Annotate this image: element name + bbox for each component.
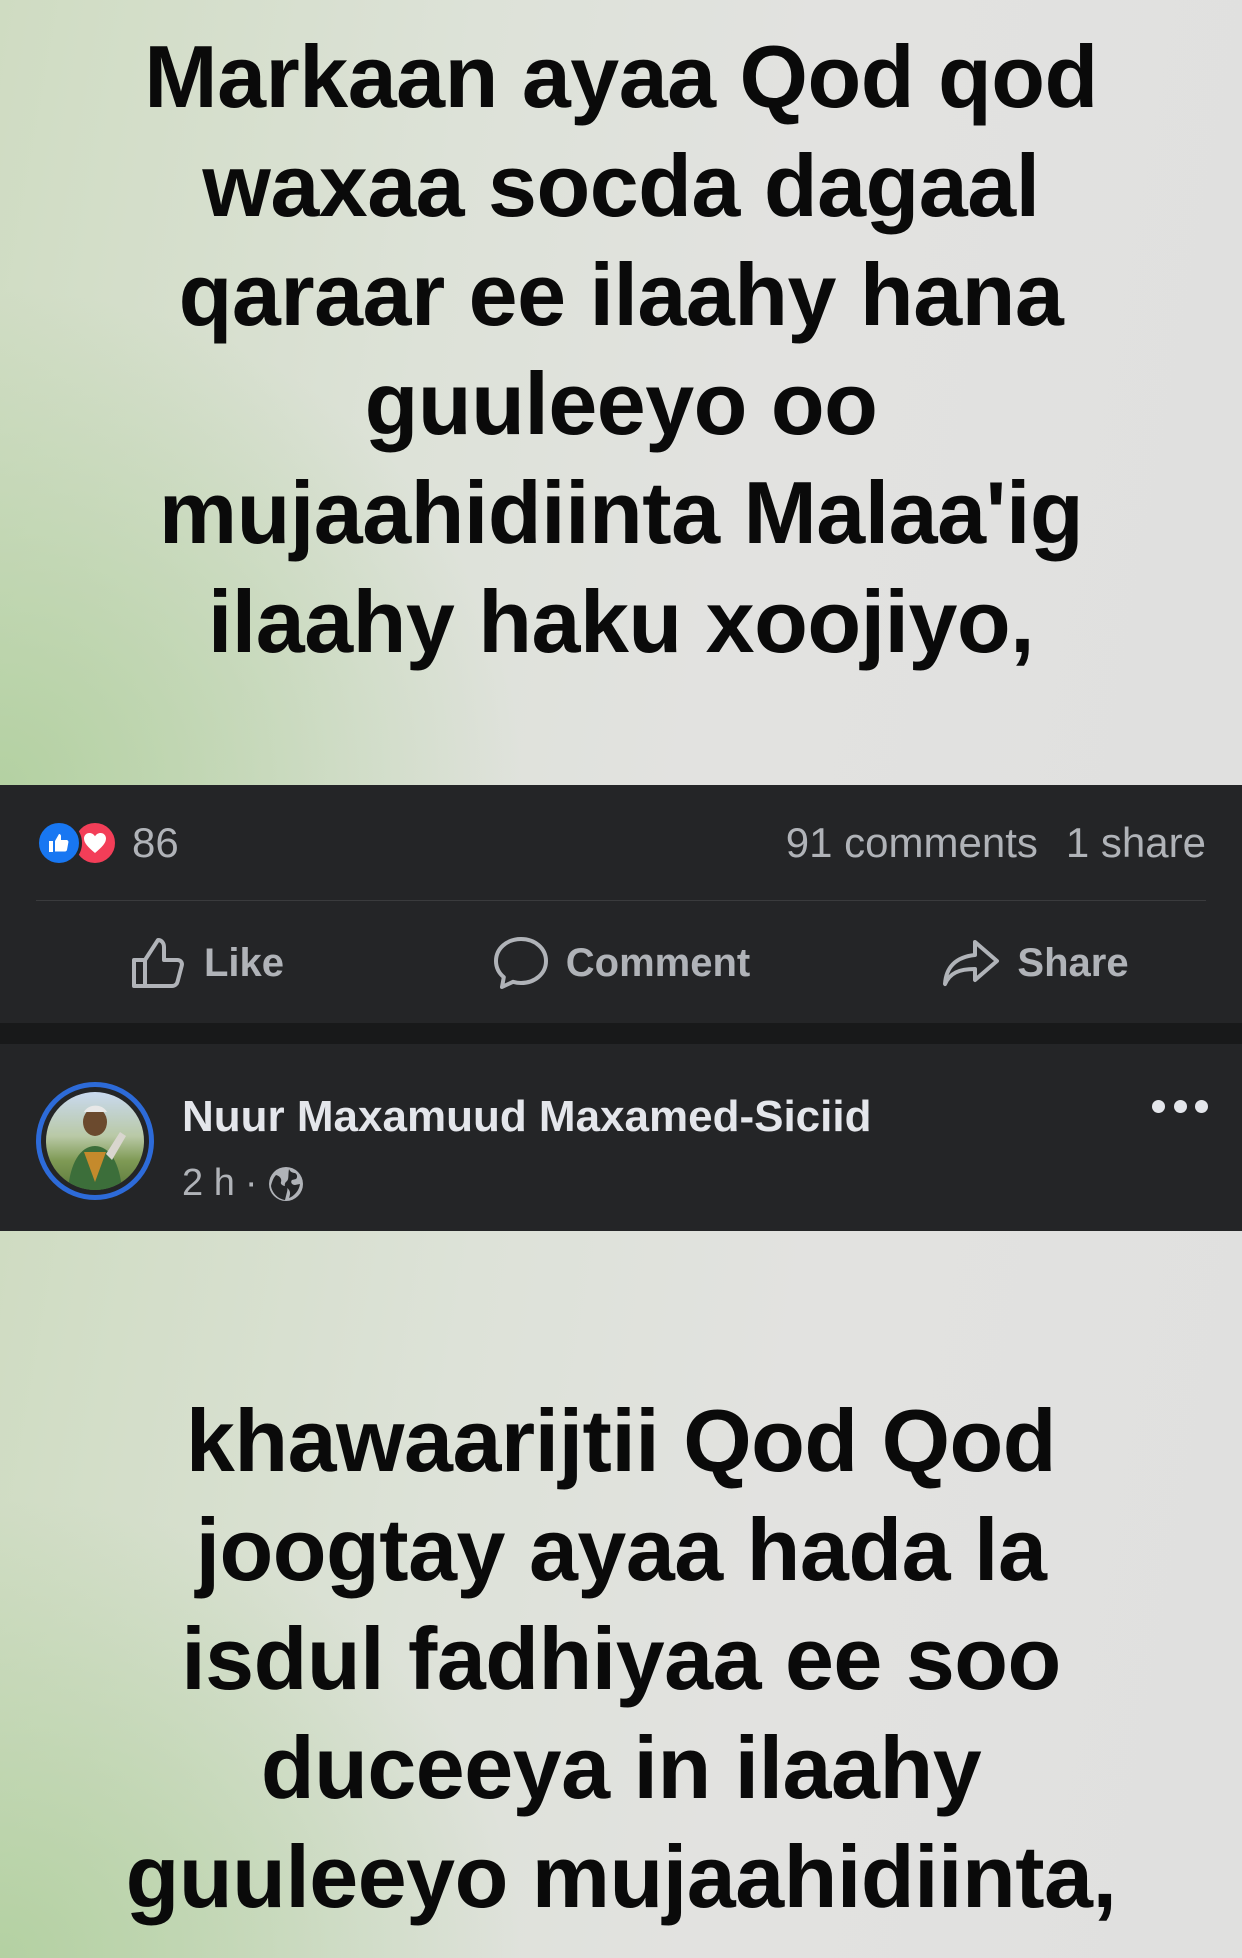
reaction-count: 86 [132, 818, 179, 866]
post-text-line: guuleeyo oo [364, 354, 878, 453]
post-text-line: isdul fadhiyaa ee soo [181, 1609, 1061, 1708]
more-dot-icon [1173, 1099, 1187, 1113]
engagement-counts: 91 comments 1 share [786, 819, 1206, 867]
heart-icon [84, 832, 106, 853]
avatar-photo [46, 1092, 144, 1190]
post-meta: 2 h · [182, 1162, 305, 1205]
like-reaction-icon [36, 819, 82, 866]
author-name[interactable]: Nuur Maxamuud Maxamed-Siciid [182, 1092, 871, 1142]
thumbs-up-icon [49, 833, 69, 852]
post-text-line: mujaahidiinta Malaa'ig [158, 463, 1084, 562]
post-text-line: joogtay ayaa hada la [195, 1500, 1047, 1599]
facebook-feed: Markaan ayaa Qod qod waxaa socda dagaal … [0, 0, 1242, 1958]
author-avatar[interactable] [36, 1082, 154, 1200]
globe-icon [269, 1166, 304, 1201]
post-actions-bar: Like Comment Share [0, 903, 1242, 1023]
meta-separator: · [244, 1162, 258, 1204]
post-text-background[interactable]: Markaan ayaa Qod qod waxaa socda dagaal … [0, 0, 1242, 785]
like-button[interactable]: Like [0, 936, 414, 990]
post-text-line: ilaahy haku xoojiyo, [207, 572, 1035, 671]
comment-button[interactable]: Comment [414, 935, 828, 991]
post-text-line: guuleeyo mujaahidiinta, [125, 1827, 1117, 1926]
post-text-line: waxaa socda dagaal [202, 136, 1040, 235]
comments-count-link[interactable]: 91 comments [786, 819, 1038, 867]
post-text-line: duceeya in ilaahy [260, 1718, 982, 1817]
comment-bubble-icon [493, 937, 548, 989]
feed-separator [0, 1023, 1242, 1044]
post-header: Nuur Maxamuud Maxamed-Siciid 2 h · [0, 1044, 1242, 1231]
share-button[interactable]: Share [828, 938, 1242, 988]
thumbs-up-outline-icon [131, 938, 184, 988]
more-options-button[interactable] [1152, 1094, 1208, 1118]
more-dot-icon [1152, 1099, 1165, 1113]
post-text-line: khawaarijtii Qod Qod [185, 1391, 1057, 1490]
post-text-line: qaraar ee ilaahy hana [178, 245, 1064, 344]
post-stats-bar: 86 91 comments 1 share [0, 785, 1242, 903]
person-photo-icon [68, 1105, 126, 1190]
post-text-line: Markaan ayaa Qod qod [144, 27, 1098, 126]
share-arrow-icon [943, 940, 1000, 986]
post-text-background[interactable]: khawaarijtii Qod Qod joogtay ayaa hada l… [0, 1231, 1242, 1958]
post-timestamp[interactable]: 2 h [182, 1162, 235, 1205]
like-button-label: Like [203, 940, 285, 985]
reactions-summary[interactable]: 86 [36, 819, 179, 867]
more-dot-icon [1195, 1099, 1208, 1113]
shares-count-link[interactable]: 1 share [1066, 819, 1206, 867]
share-button-label: Share [1017, 940, 1129, 985]
post-stats-row: 86 91 comments 1 share [36, 785, 1206, 901]
comment-button-label: Comment [565, 940, 751, 985]
